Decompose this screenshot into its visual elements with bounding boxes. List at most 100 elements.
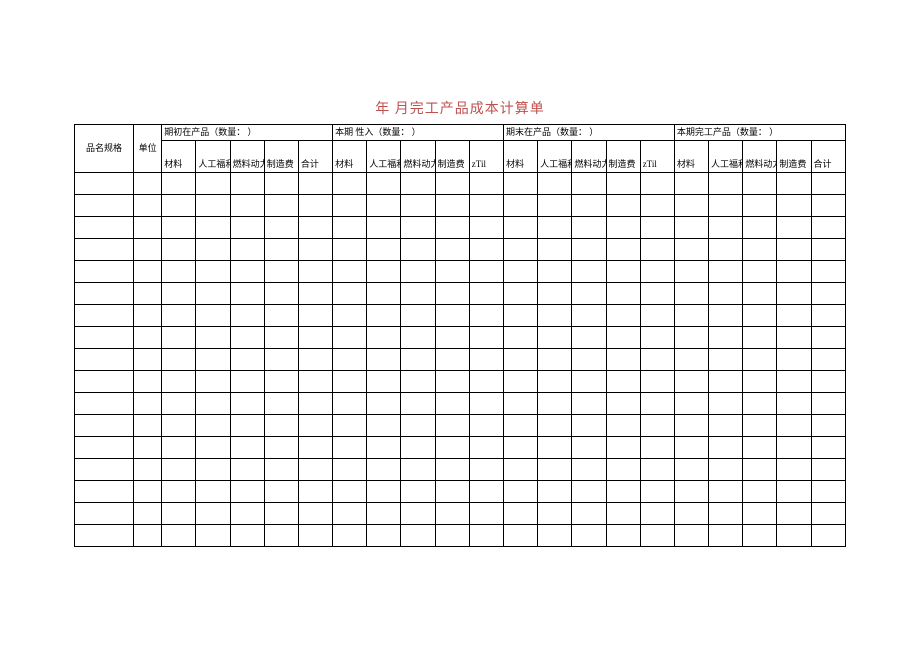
- g1-total: 合计: [298, 141, 332, 173]
- cell: [264, 525, 298, 547]
- header-row-1: 品名规格 单位 期初在产品（数量： ） 本期 性入（数量： ） 期末在产品（数量…: [75, 125, 846, 141]
- cell: [75, 415, 134, 437]
- cell: [674, 283, 708, 305]
- cell: [743, 217, 777, 239]
- table-row: [75, 173, 846, 195]
- cell: [538, 437, 572, 459]
- cell: [367, 349, 401, 371]
- g4-material: 材料: [674, 141, 708, 173]
- cell: [401, 305, 435, 327]
- cell: [75, 481, 134, 503]
- cell: [162, 393, 196, 415]
- cell: [196, 327, 230, 349]
- cell: [401, 393, 435, 415]
- cell: [572, 525, 606, 547]
- cell: [709, 525, 743, 547]
- cell: [133, 305, 161, 327]
- cell: [298, 437, 332, 459]
- cell: [162, 217, 196, 239]
- cell: [298, 305, 332, 327]
- cell: [75, 283, 134, 305]
- header-row-2: 材料 人工福利 燃料动力 制造费 合计 材料 人工福利 燃料动力 制造费 zTi…: [75, 141, 846, 173]
- cell: [133, 459, 161, 481]
- cell: [469, 371, 503, 393]
- cell: [538, 371, 572, 393]
- cell: [401, 283, 435, 305]
- cell: [75, 525, 134, 547]
- cell: [777, 261, 811, 283]
- cell: [811, 239, 845, 261]
- cell: [196, 503, 230, 525]
- cell: [640, 481, 674, 503]
- cell: [469, 349, 503, 371]
- cell: [504, 261, 538, 283]
- cell: [811, 283, 845, 305]
- cell: [367, 173, 401, 195]
- cell: [709, 239, 743, 261]
- cell: [469, 239, 503, 261]
- cell: [777, 415, 811, 437]
- cell: [230, 481, 264, 503]
- cell: [230, 459, 264, 481]
- cell: [264, 173, 298, 195]
- cell: [298, 173, 332, 195]
- cell: [298, 481, 332, 503]
- cell: [811, 195, 845, 217]
- page-title: 年 月完工产品成本计算单: [0, 0, 920, 124]
- cell: [367, 437, 401, 459]
- cell: [674, 459, 708, 481]
- cell: [777, 283, 811, 305]
- cell: [640, 327, 674, 349]
- cell: [709, 371, 743, 393]
- cell: [298, 393, 332, 415]
- cell: [333, 283, 367, 305]
- cell: [230, 239, 264, 261]
- cell: [606, 459, 640, 481]
- cell: [504, 459, 538, 481]
- cell: [743, 415, 777, 437]
- cell: [538, 525, 572, 547]
- cell: [333, 195, 367, 217]
- cell: [469, 503, 503, 525]
- cell: [75, 327, 134, 349]
- cell: [606, 217, 640, 239]
- cell: [264, 349, 298, 371]
- cell: [230, 503, 264, 525]
- cell: [811, 173, 845, 195]
- cell: [811, 261, 845, 283]
- cell: [435, 173, 469, 195]
- cell: [469, 437, 503, 459]
- table-row: [75, 327, 846, 349]
- cost-calculation-table: 品名规格 单位 期初在产品（数量： ） 本期 性入（数量： ） 期末在产品（数量…: [74, 124, 846, 547]
- cell: [504, 195, 538, 217]
- cell: [367, 305, 401, 327]
- cell: [777, 459, 811, 481]
- cell: [743, 437, 777, 459]
- cell: [298, 371, 332, 393]
- cell: [674, 327, 708, 349]
- cell: [333, 503, 367, 525]
- cell: [743, 261, 777, 283]
- cell: [640, 393, 674, 415]
- cell: [264, 459, 298, 481]
- cell: [811, 305, 845, 327]
- cell: [811, 217, 845, 239]
- cell: [230, 349, 264, 371]
- cell: [75, 173, 134, 195]
- cell: [504, 503, 538, 525]
- cell: [538, 393, 572, 415]
- cell: [469, 305, 503, 327]
- cell: [162, 173, 196, 195]
- cell: [504, 371, 538, 393]
- cell: [435, 525, 469, 547]
- cell: [709, 415, 743, 437]
- cell: [401, 349, 435, 371]
- g2-total: zTil: [469, 141, 503, 173]
- cell: [811, 415, 845, 437]
- cell: [572, 503, 606, 525]
- cell: [264, 371, 298, 393]
- cell: [640, 283, 674, 305]
- cell: [196, 305, 230, 327]
- cell: [469, 217, 503, 239]
- cell: [133, 327, 161, 349]
